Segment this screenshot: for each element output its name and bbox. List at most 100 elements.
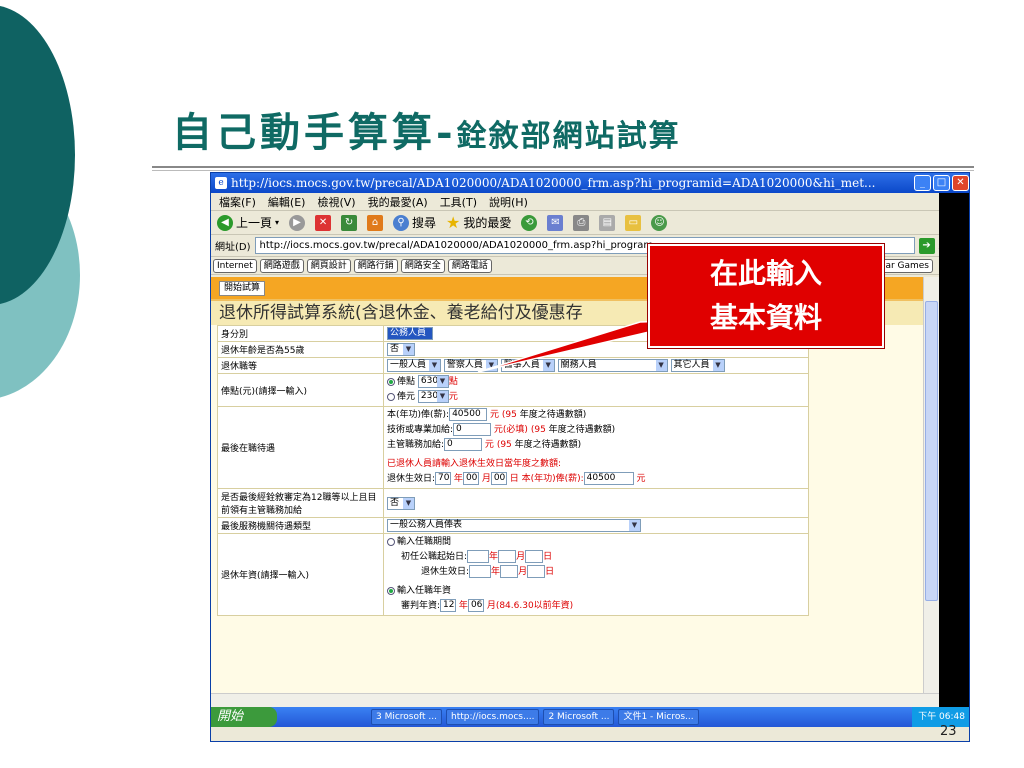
points-unit1: 點 <box>448 377 458 387</box>
start-day-input[interactable] <box>525 550 544 563</box>
service-years-input[interactable]: 12 <box>440 599 457 612</box>
eff-pay-unit: 元 <box>636 474 646 484</box>
age55-select[interactable]: 否 ▼ <box>387 343 415 356</box>
agency-select[interactable]: 一般公務人員俸表 ▼ <box>387 519 641 532</box>
page-number: 23 <box>940 724 957 739</box>
age55-value: 否 <box>390 344 400 354</box>
forward-arrow-icon[interactable]: ▶ <box>289 214 306 231</box>
office-shortcut-bar <box>939 193 969 707</box>
start-calc-button[interactable]: 開始試算 <box>219 281 266 296</box>
ie-icon: e <box>215 177 227 189</box>
link-games[interactable]: ar Games <box>881 258 933 273</box>
service-years-radio[interactable] <box>387 586 395 595</box>
chevron-down-icon: ▼ <box>485 360 497 371</box>
tech-note: 元(必填) <box>493 425 528 435</box>
mail-icon[interactable]: ✉ <box>547 214 564 231</box>
link-web-phone[interactable]: 網路電話 <box>447 258 492 273</box>
chevron-down-icon: ▼ <box>436 391 448 402</box>
task-item[interactable]: 3 Microsoft ... <box>371 709 442 725</box>
grade-cell: 一般人員 ▼ 警察人員 ▼ 醫事人員 ▼ 關務人員 ▼ 其它人員 ▼ <box>383 357 809 374</box>
eff-month-unit: 月 <box>481 474 491 484</box>
yuan-unit-select[interactable]: ▼ <box>436 390 449 403</box>
stop-icon[interactable]: ✕ <box>315 214 332 231</box>
menu-favorites[interactable]: 我的最愛(A) <box>368 194 428 210</box>
task-item[interactable]: http://iocs.mocs.... <box>446 709 540 725</box>
link-web-security[interactable]: 網路安全 <box>400 258 445 273</box>
retire-year-input[interactable] <box>469 565 492 578</box>
points-cell: 俸點 630 ▼ 點 俸元 230 ▼ 元 <box>383 373 809 407</box>
service-period-radio[interactable] <box>387 537 395 546</box>
go-arrow-icon[interactable]: ➔ <box>918 237 935 254</box>
messenger-icon[interactable]: ☺ <box>651 214 668 231</box>
home-icon[interactable]: ⌂ <box>367 214 384 231</box>
link-internet[interactable]: Internet <box>213 258 257 273</box>
folder-icon[interactable]: ▭ <box>625 214 642 231</box>
table-row: 最後在職待遇 本(年功)俸(薪): 40500 元 (95 年度之待遇數額) 技術… <box>217 406 809 489</box>
star-icon: ★ <box>446 213 461 232</box>
points-radio[interactable] <box>387 377 395 386</box>
grade-police-value: 警察人員 <box>446 360 483 370</box>
tech-label: 技術或專業加給: <box>387 425 454 435</box>
search-button[interactable]: ⚲ 搜尋 <box>393 214 436 231</box>
grade-select-customs[interactable]: 關務人員 ▼ <box>557 359 668 372</box>
senior-select[interactable]: 否 ▼ <box>387 496 415 510</box>
title-divider <box>152 166 974 168</box>
service-months-input[interactable]: 06 <box>467 599 484 612</box>
favorites-button[interactable]: ★ 我的最愛 <box>446 213 511 232</box>
retired-note: 已退休人員請輸入退休生效日當年度之數額: <box>387 459 562 469</box>
points-opt1-label: 俸點 <box>397 377 416 387</box>
menu-tools[interactable]: 工具(T) <box>440 194 477 210</box>
points-input[interactable]: 630 <box>417 375 438 388</box>
grade-select-general[interactable]: 一般人員 ▼ <box>387 359 441 372</box>
retire-month-input[interactable] <box>500 565 519 578</box>
close-button[interactable]: ✕ <box>952 175 969 191</box>
grade-select-police[interactable]: 警察人員 ▼ <box>443 359 498 372</box>
task-item[interactable]: 文件1 - Micros... <box>618 709 699 725</box>
grade-select-medical[interactable]: 醫事人員 ▼ <box>500 359 555 372</box>
menu-edit[interactable]: 編輯(E) <box>268 194 306 210</box>
tech-input[interactable]: 0 <box>453 423 492 436</box>
start-month-input[interactable] <box>498 550 517 563</box>
identity-select[interactable]: 公務人員 <box>387 327 433 340</box>
table-row: 退休職等 一般人員 ▼ 警察人員 ▼ 醫事人員 ▼ 關務人員 ▼ 其它人員 ▼ <box>217 357 809 374</box>
link-online-games[interactable]: 網路遊戲 <box>259 258 304 273</box>
eff-year-input[interactable]: 70 <box>435 472 452 485</box>
browser-titlebar: e http://iocs.mocs.gov.tw/precal/ADA1020… <box>211 173 969 193</box>
scrollbar-thumb[interactable] <box>925 301 938 601</box>
print-icon[interactable]: ⎙ <box>573 214 590 231</box>
history-icon[interactable]: ⟲ <box>521 214 538 231</box>
task-item[interactable]: 2 Microsoft ... <box>543 709 615 725</box>
eff-pay-input[interactable]: 40500 <box>583 472 634 485</box>
retire-day-input[interactable] <box>527 565 546 578</box>
start-year-input[interactable] <box>467 550 490 563</box>
chevron-down-icon: ▼ <box>629 520 640 531</box>
edit-icon[interactable]: ▤ <box>599 214 616 231</box>
yuan-radio[interactable] <box>387 392 395 401</box>
start-menu-button[interactable]: 開始 <box>211 707 277 727</box>
vertical-scrollbar[interactable] <box>923 277 939 693</box>
base-pay-year: (95 <box>501 410 517 420</box>
grade-select-other[interactable]: 其它人員 ▼ <box>670 359 725 372</box>
eff-month-input[interactable]: 00 <box>462 472 479 485</box>
menu-help[interactable]: 說明(H) <box>489 194 528 210</box>
points-unit-select[interactable]: ▼ <box>436 375 449 388</box>
service-label: 退休年資(請擇一輸入) <box>217 533 384 616</box>
yuan-input[interactable]: 230 <box>417 390 438 403</box>
callout-line-2: 基本資料 <box>709 301 822 334</box>
search-icon: ⚲ <box>393 214 410 231</box>
service-years-line: 審判年資: 12 年 06 月(84.6.30以前年資) <box>387 599 805 614</box>
microsoft-label: Microsoft <box>947 635 960 689</box>
menu-file[interactable]: 檔案(F) <box>219 194 256 210</box>
mgr-input[interactable]: 0 <box>444 438 483 451</box>
refresh-icon[interactable]: ↻ <box>341 214 358 231</box>
back-button[interactable]: ◀ 上一頁 ▾ <box>217 214 279 231</box>
horizontal-scrollbar[interactable] <box>211 693 939 707</box>
menu-bar: 檔案(F) 編輯(E) 檢視(V) 我的最愛(A) 工具(T) 說明(H) <box>211 193 969 211</box>
eff-day-input[interactable]: 00 <box>490 472 507 485</box>
menu-view[interactable]: 檢視(V) <box>317 194 355 210</box>
minimize-button[interactable]: _ <box>914 175 931 191</box>
base-pay-input[interactable]: 40500 <box>449 408 488 421</box>
link-web-design[interactable]: 網頁設計 <box>306 258 351 273</box>
maximize-button[interactable]: □ <box>933 175 950 191</box>
link-web-marketing[interactable]: 網路行銷 <box>353 258 398 273</box>
